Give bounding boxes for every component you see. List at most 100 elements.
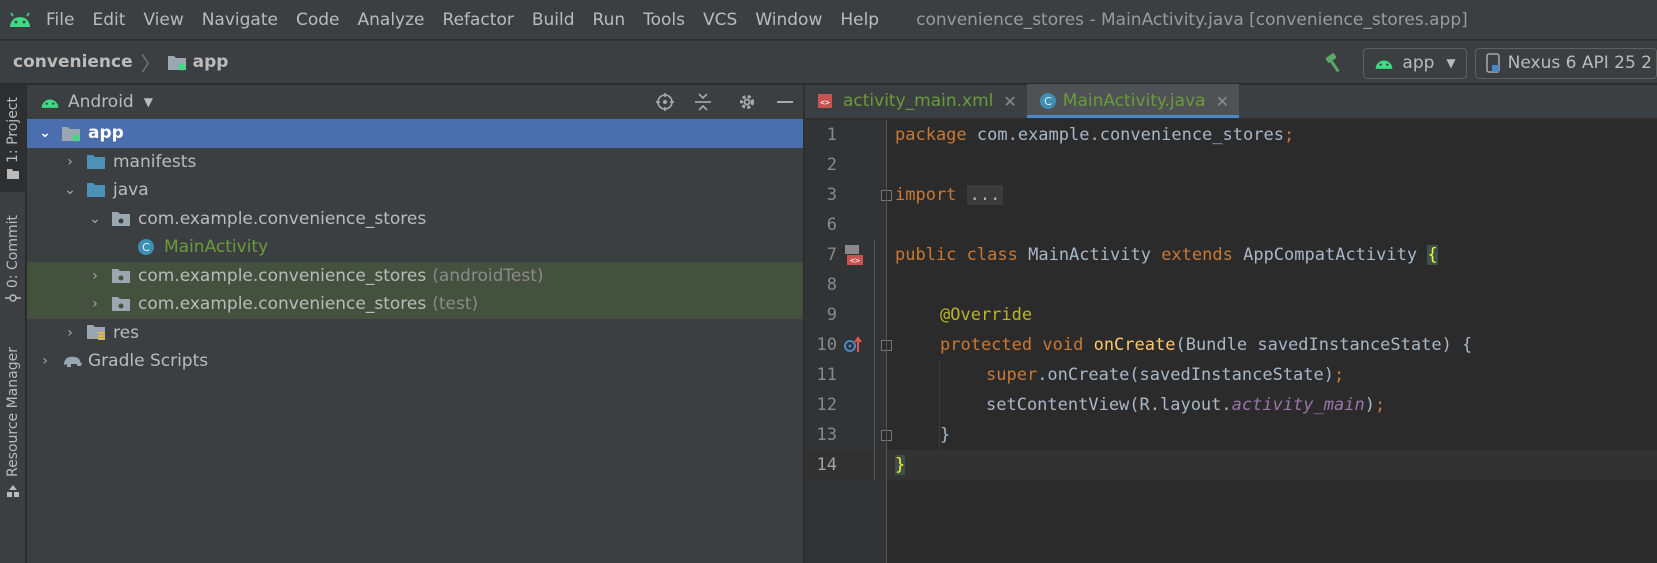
folder-icon — [7, 169, 19, 180]
override-method-icon[interactable] — [843, 336, 863, 354]
commit-tool-tab[interactable]: 0: Commit — [0, 203, 26, 315]
code-line: } — [940, 425, 951, 445]
settings-gear-icon[interactable] — [735, 90, 759, 114]
chevron-right-icon: › — [92, 296, 98, 313]
code-line: @Override — [940, 305, 1033, 325]
collapsed-imports[interactable]: ... — [966, 185, 1004, 205]
tree-node-label: Gradle Scripts — [88, 351, 209, 372]
tree-node-label: MainActivity — [164, 237, 269, 258]
editor-tab-label: MainActivity.java — [1062, 91, 1206, 111]
window-title: convenience_stores - MainActivity.java [… — [916, 9, 1468, 30]
close-tab-icon[interactable]: ✕ — [1216, 92, 1229, 111]
tree-node-label: com.example.convenience_stores — [138, 265, 427, 286]
tree-node-suffix: (androidTest) — [432, 265, 544, 286]
tree-node-label: com.example.convenience_stores — [138, 294, 427, 315]
navigation-bar: convenience 〉 app app ▼ Nexus 6 API 25 2 — [0, 40, 1657, 84]
tree-node-app[interactable]: ⌄ app — [27, 119, 803, 148]
run-configuration-label: app — [1402, 53, 1435, 73]
code-line-current: } — [887, 450, 1657, 480]
module-folder-icon — [167, 55, 186, 70]
project-tool-tab[interactable]: 1: Project — [0, 85, 26, 192]
breadcrumb-module[interactable]: app — [167, 52, 228, 72]
menu-refactor[interactable]: Refactor — [434, 10, 523, 30]
chevron-right-icon: › — [42, 353, 48, 370]
tree-node-gradle-scripts[interactable]: › Gradle Scripts — [27, 347, 803, 376]
code-line: setContentView(R.layout. activity_main); — [986, 395, 1386, 415]
tree-node-label: res — [113, 322, 139, 343]
chevron-down-icon: ⌄ — [39, 125, 51, 142]
line-number: 2 — [826, 155, 837, 175]
breadcrumb-separator-icon: 〉 — [140, 51, 161, 76]
menu-code[interactable]: Code — [287, 10, 349, 30]
device-label: Nexus 6 API 25 2 — [1507, 53, 1652, 73]
line-number: 3 — [805, 180, 892, 210]
menu-file[interactable]: File — [40, 10, 83, 30]
chevron-right-icon: › — [67, 324, 73, 341]
menu-tools[interactable]: Tools — [634, 10, 694, 30]
device-select[interactable]: Nexus 6 API 25 2 — [1474, 47, 1657, 79]
hide-panel-minimize-icon[interactable] — [773, 90, 797, 114]
code-line: import ... — [887, 180, 1657, 210]
project-view-selector[interactable]: Android ▼ — [27, 92, 153, 112]
line-number: 1 — [826, 125, 837, 145]
tree-node-manifests[interactable]: › manifests — [27, 148, 803, 177]
android-studio-logo-icon — [0, 0, 40, 39]
related-layout-file-icon[interactable]: <> — [843, 244, 865, 266]
menu-navigate[interactable]: Navigate — [193, 10, 287, 30]
menu-vcs[interactable]: VCS — [694, 10, 746, 30]
tree-node-suffix: (test) — [432, 294, 479, 315]
tree-node-res[interactable]: › res — [27, 319, 803, 348]
indent-guide — [939, 360, 940, 450]
folder-icon — [86, 153, 108, 171]
code-text-area[interactable]: package com.example.convenience_stores; … — [887, 120, 1657, 563]
chevron-right-icon: › — [92, 267, 98, 284]
menu-window[interactable]: Window — [746, 10, 831, 30]
tree-node-mainactivity[interactable]: C MainActivity — [27, 233, 803, 262]
project-tree: ⌄ app › manifests ⌄ java ⌄ com.example.c… — [27, 119, 803, 376]
code-line: super .onCreate(savedInstanceState); — [986, 365, 1345, 385]
editor-tab-mainactivity-java[interactable]: C MainActivity.java ✕ — [1026, 84, 1240, 118]
menu-run[interactable]: Run — [584, 10, 635, 30]
module-folder-icon — [61, 124, 83, 142]
menu-view[interactable]: View — [134, 10, 192, 30]
make-project-hammer-icon[interactable] — [1315, 43, 1355, 83]
tree-node-package-main[interactable]: ⌄ com.example.convenience_stores — [27, 205, 803, 234]
editor-tab-bar: <> activity_main.xml ✕ C MainActivity.ja… — [805, 84, 1657, 119]
tree-node-java[interactable]: ⌄ java — [27, 176, 803, 205]
tree-node-package-androidtest[interactable]: › com.example.convenience_stores (androi… — [27, 261, 803, 290]
resources-folder-icon — [86, 324, 108, 342]
vcs-change-marker — [874, 240, 875, 480]
chevron-down-icon: ⌄ — [64, 182, 76, 199]
folder-icon — [86, 181, 108, 199]
resource-manager-tool-tab[interactable]: Resource Manager — [0, 340, 26, 505]
tree-node-label: com.example.convenience_stores — [138, 208, 427, 229]
commit-icon — [5, 293, 21, 302]
menu-help[interactable]: Help — [831, 10, 888, 30]
resource-manager-tool-tab-label: Resource Manager — [5, 347, 21, 478]
run-configuration-select[interactable]: app ▼ — [1363, 47, 1467, 79]
code-editor: <> activity_main.xml ✕ C MainActivity.ja… — [804, 84, 1657, 563]
android-icon — [1376, 60, 1393, 69]
resource-manager-icon — [7, 484, 19, 497]
menu-bar: File Edit View Navigate Code Analyze Ref… — [0, 0, 1657, 39]
code-line: public class MainActivity extends AppCom… — [895, 245, 1438, 265]
svg-text:<>: <> — [820, 98, 830, 107]
breadcrumb-project[interactable]: convenience — [0, 52, 133, 72]
menu-build[interactable]: Build — [523, 10, 584, 30]
editor-gutter: 1 2 3 6 7 <> 8 9 10 11 12 13 14 — [805, 120, 892, 563]
locate-file-crosshair-icon[interactable] — [653, 90, 677, 114]
phone-icon — [1485, 53, 1500, 73]
editor-tab-activity-main-xml[interactable]: <> activity_main.xml ✕ — [805, 84, 1027, 118]
collapse-all-icon[interactable] — [691, 90, 715, 114]
project-tool-tab-label: 1: Project — [5, 96, 21, 163]
android-icon — [41, 99, 59, 108]
close-tab-icon[interactable]: ✕ — [1003, 92, 1016, 111]
code-line: protected void onCreate (Bundle savedInst… — [940, 335, 1473, 355]
left-tool-strip: 1: Project 0: Commit Resource Manager — [0, 85, 26, 563]
menu-edit[interactable]: Edit — [83, 10, 134, 30]
menu-analyze[interactable]: Analyze — [349, 10, 434, 30]
tree-node-package-test[interactable]: › com.example.convenience_stores (test) — [27, 290, 803, 319]
